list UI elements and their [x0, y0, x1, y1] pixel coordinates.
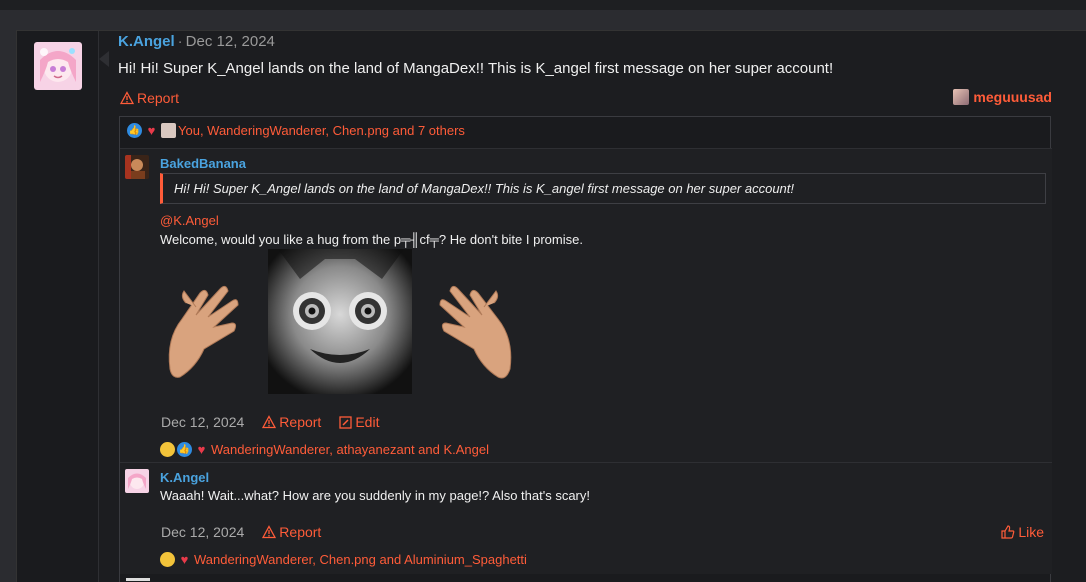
report-label: Report	[279, 414, 322, 430]
reactions-text[interactable]: WanderingWanderer, Chen.png and Aluminiu…	[194, 552, 527, 567]
user-avatar	[953, 89, 970, 105]
reply-date[interactable]: Dec 12, 2024	[161, 524, 244, 540]
poster-username: meguuusad	[973, 89, 1052, 105]
quote-block: Hi! Hi! Super K_Angel lands on the land …	[160, 173, 1046, 204]
reply-item: BakedBanana Hi! Hi! Super K_Angel lands …	[120, 148, 1052, 462]
creepy-face-image	[168, 249, 512, 394]
left-hand-icon	[168, 285, 239, 378]
grin-emoji-icon	[160, 442, 175, 457]
report-label: Report	[137, 90, 180, 106]
reply-text: Welcome, would you like a hug from the p…	[160, 232, 583, 247]
reply-item: K.Angel Waaah! Wait...what? How are you …	[120, 462, 1052, 574]
report-button[interactable]: Report	[120, 90, 179, 106]
post-sidebar	[17, 31, 99, 582]
thumbs-up-icon: 👍	[127, 123, 142, 138]
header-separator: ·	[177, 33, 183, 50]
reply-author-link[interactable]: BakedBanana	[160, 156, 246, 171]
report-label: Report	[279, 524, 322, 540]
next-reply-avatar	[126, 578, 150, 581]
post-arrow	[99, 51, 109, 67]
heart-icon: ♥	[180, 552, 189, 567]
thumbs-up-icon: 👍	[177, 442, 192, 457]
reactions-text[interactable]: You, WanderingWanderer, Chen.png and 7 o…	[178, 123, 465, 138]
edit-icon	[339, 415, 352, 429]
poster-user-link[interactable]: meguuusad	[953, 89, 1052, 105]
post-author-link[interactable]: K.Angel	[118, 33, 175, 50]
post-header: K.Angel · Dec 12, 2024	[118, 33, 275, 50]
reply-author-link[interactable]: K.Angel	[160, 470, 209, 485]
reply-text: Waaah! Wait...what? How are you suddenly…	[160, 488, 591, 503]
cat-icon	[161, 123, 176, 138]
reply-footer: Dec 12, 2024 Report Edit	[161, 414, 379, 430]
post-message: Hi! Hi! Super K_Angel lands on the land …	[118, 60, 834, 77]
reactions-text[interactable]: WanderingWanderer, athayanezant and K.An…	[211, 442, 489, 457]
forum-post: K.Angel · Dec 12, 2024 Hi! Hi! Super K_Ang…	[16, 30, 1086, 582]
like-label: Like	[1018, 524, 1044, 540]
heart-icon: ♥	[197, 442, 206, 457]
grin-emoji-icon	[160, 552, 175, 567]
post-reactions[interactable]: 👍 ♥ You, WanderingWanderer, Chen.png and…	[127, 123, 465, 138]
warning-icon	[262, 415, 277, 429]
reply-avatar[interactable]	[125, 469, 149, 493]
like-button[interactable]: Like	[1001, 524, 1044, 540]
warning-icon	[120, 91, 134, 105]
user-mention-link[interactable]: @K.Angel	[160, 213, 219, 228]
warning-icon	[262, 525, 277, 539]
right-hand-icon	[439, 285, 512, 379]
reply-reactions[interactable]: ♥ WanderingWanderer, Chen.png and Alumin…	[160, 552, 527, 567]
report-button[interactable]: Report	[262, 524, 321, 540]
report-button[interactable]: Report	[262, 414, 321, 430]
reply-date[interactable]: Dec 12, 2024	[161, 414, 244, 430]
reply-avatar[interactable]	[125, 155, 149, 179]
edit-label: Edit	[355, 414, 380, 430]
reply-footer: Dec 12, 2024 Report	[161, 524, 321, 540]
edit-button[interactable]: Edit	[339, 414, 379, 430]
heart-icon: ♥	[147, 123, 156, 138]
reply-reactions[interactable]: 👍 ♥ WanderingWanderer, athayanezant and …	[160, 442, 489, 457]
post-date[interactable]: Dec 12, 2024	[186, 33, 275, 50]
comments-box: 👍 ♥ You, WanderingWanderer, Chen.png and…	[119, 116, 1052, 582]
top-bar	[0, 0, 1086, 10]
thumbs-up-outline-icon	[1001, 525, 1015, 539]
avatar[interactable]	[34, 42, 82, 90]
